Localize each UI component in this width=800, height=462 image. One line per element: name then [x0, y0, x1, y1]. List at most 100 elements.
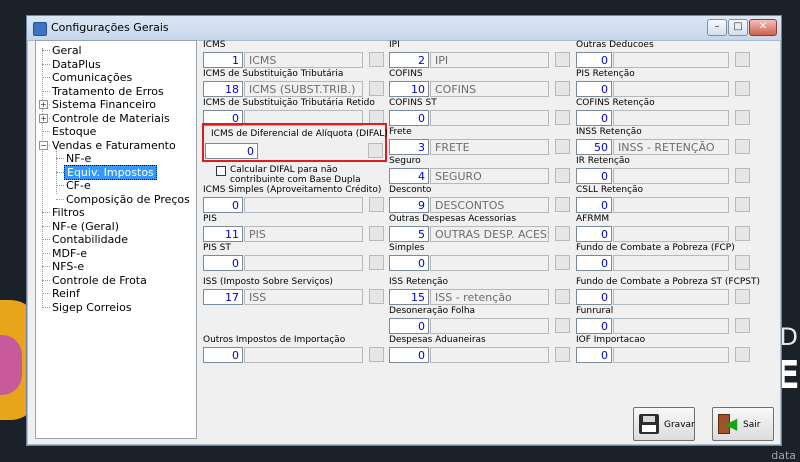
tree-branch-line: [42, 212, 50, 213]
iss-imposto-sobre-servicos-lookup-button[interactable]: [369, 289, 384, 304]
funrural-code-input[interactable]: 0: [576, 318, 612, 334]
title-bar[interactable]: Configurações Gerais – □ ✕: [27, 16, 781, 41]
difal-double-base-checkbox[interactable]: [216, 166, 226, 176]
iof-importacao-code-input[interactable]: 0: [576, 347, 612, 363]
iof-importacao-lookup-button[interactable]: [735, 347, 750, 362]
desconto-lookup-button[interactable]: [555, 197, 570, 212]
tree-item-tratamento-de-erros[interactable]: Tratamento de Erros: [42, 85, 166, 98]
frete-lookup-button[interactable]: [555, 139, 570, 154]
tree-item-dataplus[interactable]: DataPlus: [42, 58, 103, 71]
tree-item-cf-e[interactable]: CF-e: [56, 179, 93, 192]
fundo-de-combate-a-pobreza-fcp-code-input[interactable]: 0: [576, 255, 612, 271]
funrural-lookup-button[interactable]: [735, 318, 750, 333]
ipi-lookup-button[interactable]: [555, 52, 570, 67]
iss-imposto-sobre-servicos-code-input[interactable]: 17: [203, 289, 243, 305]
desoneracao-folha-lookup-button[interactable]: [555, 318, 570, 333]
pis-code-input[interactable]: 11: [203, 226, 243, 242]
cofins-lookup-button[interactable]: [555, 81, 570, 96]
afrmm-lookup-button[interactable]: [735, 226, 750, 241]
minimize-button[interactable]: –: [707, 19, 727, 36]
close-button[interactable]: ✕: [749, 19, 777, 36]
tree-item-controle-de-frota[interactable]: Controle de Frota: [42, 274, 149, 287]
outras-deducoes-code-input[interactable]: 0: [576, 52, 612, 68]
outros-impostos-de-importacao-code-input[interactable]: 0: [203, 347, 243, 363]
tree-item-equiv-impostos[interactable]: Equiv. Impostos: [56, 164, 157, 180]
tree-branch-line: [42, 266, 50, 267]
tree-item-estoque[interactable]: Estoque: [42, 125, 98, 138]
desoneracao-folha-code-input[interactable]: 0: [389, 318, 429, 334]
exit-button[interactable]: ◀ Sair: [712, 407, 774, 441]
outras-deducoes-label: Outras Deducoes: [576, 40, 654, 50]
outras-deducoes-lookup-button[interactable]: [735, 52, 750, 67]
expand-icon[interactable]: +: [39, 113, 48, 123]
pis-st-code-input[interactable]: 0: [203, 255, 243, 271]
tree-item-composicao-de-precos[interactable]: Composição de Preços: [56, 193, 192, 206]
cofins-retencao-code-input[interactable]: 0: [576, 110, 612, 126]
icms-de-substituicao-tributaria-lookup-button[interactable]: [369, 81, 384, 96]
save-button[interactable]: Gravar: [633, 407, 695, 441]
afrmm-code-input[interactable]: 0: [576, 226, 612, 242]
difal-code-input[interactable]: 0: [205, 143, 258, 159]
csll-retencao-label: CSLL Retenção: [576, 185, 644, 195]
tree-item-nf-e[interactable]: NF-e: [56, 152, 93, 165]
cofins-code-input[interactable]: 10: [389, 81, 429, 97]
desconto-code-input[interactable]: 9: [389, 197, 429, 213]
icms-lookup-button[interactable]: [369, 52, 384, 67]
maximize-button[interactable]: □: [728, 19, 748, 36]
difal-lookup-button[interactable]: [368, 143, 383, 158]
icms-de-substituicao-tributaria-label: ICMS de Substituição Tributária: [203, 69, 344, 79]
tree-item-sistema-financeiro[interactable]: + Sistema Financeiro: [39, 98, 158, 111]
fundo-de-combate-a-pobreza-fcp-lookup-button[interactable]: [735, 255, 750, 270]
tree-item-reinf[interactable]: Reinf: [42, 287, 82, 300]
tree-item-sigep-correios[interactable]: Sigep Correios: [42, 301, 134, 314]
outras-despesas-acessorias-lookup-button[interactable]: [555, 226, 570, 241]
pis-retencao-code-input[interactable]: 0: [576, 81, 612, 97]
tree-item-filtros[interactable]: Filtros: [42, 206, 87, 219]
iss-retencao-code-input[interactable]: 15: [389, 289, 429, 305]
fundo-de-combate-a-pobreza-st-fcpst-lookup-button[interactable]: [735, 289, 750, 304]
tree-item-comunicacoes[interactable]: Comunicações: [42, 71, 134, 84]
tree-item-mdf-e[interactable]: MDF-e: [42, 247, 89, 260]
seguro-lookup-button[interactable]: [555, 168, 570, 183]
cofins-st-code-input[interactable]: 0: [389, 110, 429, 126]
icms-code-input[interactable]: 1: [203, 52, 243, 68]
outras-despesas-acessorias-label: Outras Despesas Acessorias: [389, 214, 517, 224]
save-button-label: Gravar: [664, 420, 695, 430]
pis-st-lookup-button[interactable]: [369, 255, 384, 270]
tree-item-vendas-e-faturamento[interactable]: − Vendas e Faturamento: [39, 139, 178, 152]
settings-tree[interactable]: Geral DataPlus Comunicações Tratamento de E…: [35, 40, 197, 439]
despesas-aduaneiras-lookup-button[interactable]: [555, 347, 570, 362]
tree-item-geral[interactable]: Geral: [42, 44, 84, 57]
tree-item-nfs-e[interactable]: NFS-e: [42, 260, 86, 273]
csll-retencao-code-input[interactable]: 0: [576, 197, 612, 213]
ir-retencao-code-input[interactable]: 0: [576, 168, 612, 184]
fundo-de-combate-a-pobreza-fcp-description: [613, 255, 729, 271]
simples-lookup-button[interactable]: [555, 255, 570, 270]
despesas-aduaneiras-code-input[interactable]: 0: [389, 347, 429, 363]
tree-item-controle-de-materiais[interactable]: + Controle de Materiais: [39, 112, 172, 125]
icms-de-substituicao-tributaria-code-input[interactable]: 18: [203, 81, 243, 97]
frete-code-input[interactable]: 3: [389, 139, 429, 155]
inss-retencao-lookup-button[interactable]: [735, 139, 750, 154]
outros-impostos-de-importacao-lookup-button[interactable]: [369, 347, 384, 362]
pis-retencao-lookup-button[interactable]: [735, 81, 750, 96]
iss-retencao-lookup-button[interactable]: [555, 289, 570, 304]
icms-simples-aproveitamento-credito-lookup-button[interactable]: [369, 197, 384, 212]
cofins-st-lookup-button[interactable]: [555, 110, 570, 125]
expand-icon[interactable]: +: [39, 100, 48, 109]
csll-retencao-lookup-button[interactable]: [735, 197, 750, 212]
iss-imposto-sobre-servicos-label: ISS (Imposto Sobre Serviços): [203, 277, 333, 287]
inss-retencao-code-input[interactable]: 50: [576, 139, 612, 155]
ipi-code-input[interactable]: 2: [389, 52, 429, 68]
collapse-icon[interactable]: −: [39, 140, 48, 150]
ir-retencao-lookup-button[interactable]: [735, 168, 750, 183]
simples-code-input[interactable]: 0: [389, 255, 429, 271]
outras-despesas-acessorias-code-input[interactable]: 5: [389, 226, 429, 242]
tree-item-nf-e-geral[interactable]: NF-e (Geral): [42, 220, 121, 233]
fundo-de-combate-a-pobreza-st-fcpst-code-input[interactable]: 0: [576, 289, 612, 305]
pis-lookup-button[interactable]: [369, 226, 384, 241]
tree-item-contabilidade[interactable]: Contabilidade: [42, 233, 130, 246]
cofins-retencao-lookup-button[interactable]: [735, 110, 750, 125]
icms-simples-aproveitamento-credito-code-input[interactable]: 0: [203, 197, 243, 213]
seguro-code-input[interactable]: 4: [389, 168, 429, 184]
